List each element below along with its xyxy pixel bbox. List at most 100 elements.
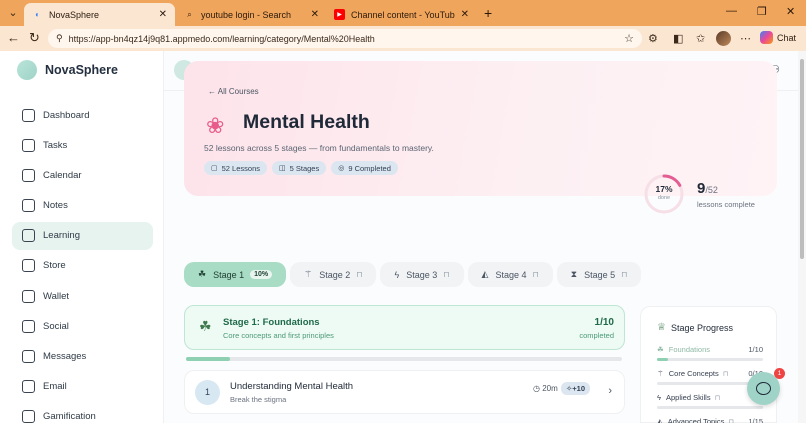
stage-progress-panel: ♕ Stage Progress ☘ Foundations 1/10 ⚚ Core Co… [640,306,777,423]
page-scrollbar[interactable] [798,51,806,423]
lessons-complete-label: lessons complete [697,200,755,209]
all-courses-link[interactable]: ← All Courses [208,87,259,96]
flower-icon: ❀ [206,113,225,138]
sidebar: NovaSphere Dashboard Tasks Calendar Notes Le… [0,51,164,423]
stage-icon: ☘ [198,269,207,279]
close-tab-icon[interactable]: ✕ [461,9,469,20]
sidebar-item-wallet[interactable]: Wallet [12,282,153,310]
lock-icon: ⊓ [532,270,539,279]
sidebar-nav: Dashboard Tasks Calendar Notes Learning Store… [12,101,153,423]
stage-tab-2[interactable]: ⚚ Stage 2 ⊓ [290,262,377,287]
bookmark-star-icon[interactable]: ☆ [624,32,634,45]
back-arrow-icon[interactable]: ← [7,30,20,45]
clock-icon: ◷ [533,384,540,393]
lesson-number: 1 [195,380,220,405]
course-chip: ◫ 5 Stages [272,161,327,175]
stage-progress-title: ♕ Stage Progress [657,322,733,333]
wallet-icon [22,289,35,303]
chevron-right-icon[interactable]: › [608,385,612,397]
copilot-chat-button[interactable]: Chat [760,31,796,44]
course-description: 52 lessons across 5 stages — from fundam… [204,143,434,153]
lesson-row[interactable]: 1 Understanding Mental Health Break the … [184,370,625,414]
browser-tab-novasphere[interactable]: ◐ NovaSphere ✕ [24,3,175,26]
calendar-icon [22,168,35,182]
stage-count-label: completed [579,331,614,340]
course-title: Mental Health [243,111,370,133]
url-field[interactable]: ⚲ https://app-bn4qz14j9q81.appmedo.com/l… [48,29,642,48]
stage-progress-row: ◭ Advanced Topics ⊓ 1/15 [657,417,763,423]
stage-tab-label: Stage 4 [495,269,527,280]
sidebar-item-social[interactable]: Social [12,312,153,340]
close-tab-icon[interactable]: ✕ [159,9,167,20]
site-info-icon[interactable]: ⚲ [56,33,63,44]
lock-icon: ⊓ [714,394,721,402]
sidebar-item-label: Dashboard [43,109,90,121]
course-hero: ← All Courses ❀ Mental Health 52 lessons… [184,61,777,196]
sidebar-item-notes[interactable]: Notes [12,192,153,220]
sidebar-item-label: Notes [43,200,68,212]
stage-icon: ⚚ [304,269,313,279]
stage-percent-badge: 10% [250,270,273,279]
book-icon [22,229,35,243]
sidebar-item-email[interactable]: Email [12,373,153,401]
chat-notification-badge: 1 [774,368,785,379]
novasphere-favicon-icon: ◐ [35,10,40,19]
sidebar-item-gamification[interactable]: Gamification [12,403,153,423]
sidebar-item-learning[interactable]: Learning [12,221,153,250]
mail-icon [22,380,35,394]
favorites-icon[interactable]: ✩ [696,32,705,45]
lesson-subtitle: Break the stigma [230,395,287,404]
restore-icon[interactable]: ❐ [757,5,767,18]
progress-ring-svg [644,174,684,214]
tab-menu-chevron-icon[interactable]: ⌄ [4,4,22,22]
stage-title: Stage 1: Foundations [223,317,320,328]
course-chip: ◎ 9 Completed [331,161,398,175]
stage-progress-row: ☘ Foundations 1/10 [657,345,763,361]
browser-tab-search[interactable]: ⌕ youtube login - Search ✕ [176,3,327,26]
stage-row-icon: ◭ [657,417,663,423]
stage-tab-3[interactable]: ϟ Stage 3 ⊓ [380,262,464,287]
chip-icon: ◎ [338,165,345,172]
more-options-icon[interactable]: ⋯ [740,32,751,45]
chip-label: 9 Completed [348,163,391,173]
stage-row-bar [657,406,763,409]
minimize-icon[interactable]: — [726,5,737,17]
new-tab-icon[interactable]: + [484,5,492,21]
sidebar-item-tasks[interactable]: Tasks [12,131,153,159]
stage-row-icon: ϟ [657,393,661,402]
search-icon: ⌕ [187,9,192,19]
chip-label: 52 Lessons [221,163,260,173]
stage-tab-1[interactable]: ☘ Stage 1 10% [184,262,287,287]
extensions-icon[interactable]: ⚙ [648,32,658,45]
back-label: All Courses [217,87,259,96]
scrollbar-thumb[interactable] [800,59,804,259]
users-icon [22,319,35,333]
stage-icon: ⧗ [570,269,578,279]
close-tab-icon[interactable]: ✕ [311,9,319,20]
sidebar-brand[interactable]: NovaSphere [17,60,118,80]
sidebar-item-calendar[interactable]: Calendar [12,161,153,189]
stage-subtitle: Core concepts and first principles [223,331,334,340]
message-icon [22,350,35,363]
stage-progress-name: ⚚ Core Concepts ⊓ [657,369,763,378]
reload-icon[interactable]: ↻ [29,30,40,46]
stage-row-label: Advanced Topics [667,417,725,423]
stage-progress-heading: Stage Progress [670,322,734,333]
sidebar-item-store[interactable]: Store [12,252,153,280]
sidebar-item-dashboard[interactable]: Dashboard [12,101,153,129]
copilot-label: Chat [777,32,797,43]
course-chips: ▢ 52 Lessons ◫ 5 Stages ◎ 9 Completed [204,161,403,175]
sidebar-item-label: Email [43,381,67,393]
sidebar-item-label: Gamification [43,411,96,423]
xp-value: +10 [572,384,586,393]
stage-row-bar [657,358,763,361]
profile-avatar[interactable] [716,31,731,46]
stage-tab-4[interactable]: ◭ Stage 4 ⊓ [467,262,553,287]
stage-tab-label: Stage 2 [319,269,351,280]
split-screen-icon[interactable]: ◧ [673,32,683,45]
sidebar-item-messages[interactable]: Messages [12,343,153,371]
close-window-icon[interactable]: ✕ [786,5,795,18]
browser-tab-youtube[interactable]: ▶ Channel content - YouTube Studio ✕ [326,3,477,26]
stage-tab-5[interactable]: ⧗ Stage 5 ⊓ [556,262,642,287]
sidebar-item-label: Store [43,260,66,272]
